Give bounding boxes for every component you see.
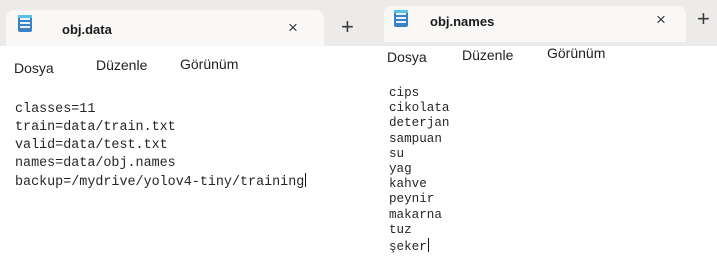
- tab-title[interactable]: obj.names: [430, 14, 494, 29]
- tab-bar: obj.names × +: [380, 0, 717, 46]
- editor-line: valid=data/test.txt: [15, 138, 168, 153]
- editor-line: kahve: [389, 177, 427, 192]
- editor-line: sampuan: [389, 131, 442, 146]
- notepad-icon: [394, 10, 408, 27]
- text-caret: [427, 238, 429, 253]
- editor-line: names=data/obj.names: [15, 156, 176, 171]
- editor-line: makarna: [389, 207, 442, 222]
- notepad-window-obj-data: obj.data × + Dosya Düzenle Görünüm class…: [0, 0, 380, 275]
- tab-bar: obj.data × +: [0, 0, 380, 46]
- editor-line-text: backup=/mydrive/yolov4-tiny/training: [15, 175, 305, 190]
- new-tab-icon[interactable]: +: [341, 14, 354, 40]
- menu-gorunum[interactable]: Görünüm: [547, 45, 605, 61]
- notepad-window-obj-names: obj.names × + Dosya Düzenle Görünüm cips…: [380, 0, 717, 275]
- editor-line: peynir: [389, 192, 435, 207]
- editor-line: tuz: [389, 222, 412, 237]
- tab-title[interactable]: obj.data: [62, 22, 112, 37]
- editor-line: classes=11: [15, 102, 96, 117]
- menu-duzenle[interactable]: Düzenle: [462, 47, 513, 63]
- close-tab-icon[interactable]: ×: [288, 18, 298, 38]
- tab-obj-data[interactable]: [6, 10, 324, 46]
- editor-line: yag: [389, 162, 412, 177]
- menu-gorunum[interactable]: Görünüm: [180, 56, 238, 72]
- menu-dosya[interactable]: Dosya: [387, 49, 427, 65]
- notepad-icon: [18, 15, 32, 32]
- editor-line-last: backup=/mydrive/yolov4-tiny/training: [15, 173, 370, 192]
- editor-line-text: şeker: [389, 240, 427, 255]
- text-editor[interactable]: classes=11 train=data/train.txt valid=data…: [15, 101, 370, 201]
- menu-bar: Dosya Düzenle Görünüm: [0, 54, 380, 82]
- editor-line: cips: [389, 86, 420, 100]
- menu-dosya[interactable]: Dosya: [14, 60, 54, 76]
- editor-line: cikolata: [389, 101, 450, 116]
- editor-line: su: [389, 146, 405, 161]
- editor-line-last: şeker: [389, 238, 689, 255]
- new-tab-icon[interactable]: +: [697, 6, 710, 32]
- editor-line: train=data/train.txt: [15, 120, 176, 135]
- text-editor[interactable]: cips cikolata deterjan sampuan su yag kahve pey…: [389, 86, 689, 271]
- editor-line: deterjan: [389, 116, 450, 131]
- menu-bar: Dosya Düzenle Görünüm: [380, 45, 717, 73]
- text-caret: [305, 173, 307, 187]
- menu-duzenle[interactable]: Düzenle: [96, 57, 147, 73]
- close-tab-icon[interactable]: ×: [656, 10, 666, 30]
